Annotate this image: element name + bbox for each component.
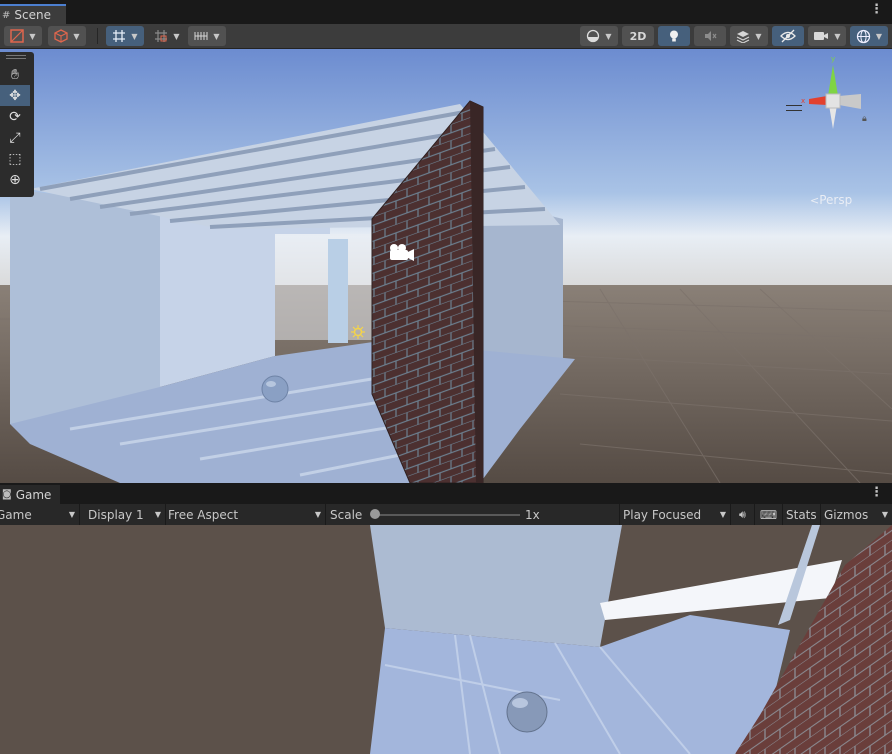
shading-mode-dropdown[interactable]: ▼ (580, 26, 618, 46)
cube-icon (54, 29, 69, 43)
scene-render: x y (0, 49, 892, 483)
chevron-down-icon: ▼ (881, 510, 888, 519)
draw-mode-dropdown[interactable]: ▼ (4, 26, 42, 46)
mute-audio-button[interactable]: 🔊︎ (731, 504, 755, 525)
game-mode-dropdown[interactable]: Game ▼ (0, 504, 80, 525)
scale-label: Scale (330, 507, 363, 522)
chevron-down-icon: ▼ (68, 510, 75, 519)
lock-icon[interactable]: 🔒︎ (862, 114, 867, 124)
rotate-tool-icon[interactable]: ⟳ (0, 106, 30, 127)
projection-label: Persp (819, 193, 853, 207)
keyboard-icon: ⌨︎ (759, 507, 778, 522)
camera-icon (814, 32, 829, 40)
game-render (0, 525, 892, 754)
speaker-icon: 🔊︎ (739, 507, 746, 521)
keyboard-shortcuts-button[interactable]: ⌨︎ (755, 504, 783, 525)
effects-layers-icon (737, 31, 750, 43)
game-toolbar: Game ▼ Display 1 ▼ Free Aspect ▼ Scale 1x P… (0, 504, 892, 525)
play-mode-dropdown[interactable]: Play Focused ▼ (621, 504, 731, 525)
toggle-2d-label: 2D (629, 29, 647, 43)
tool-palette: ✋︎ ✥ ⟳ ⤢ ⬚ ⊕ (0, 52, 34, 197)
hand-tool-icon[interactable]: ✋︎ (0, 64, 30, 85)
gizmo-x-label: x (801, 97, 805, 105)
game-more-menu-icon[interactable]: ⋮ (870, 485, 883, 500)
play-mode-label: Play Focused (623, 507, 702, 522)
tab-game-label: Game (15, 487, 52, 502)
display-dropdown[interactable]: Display 1 ▼ (86, 504, 166, 525)
audio-muted-icon (705, 31, 717, 41)
scale-slider-handle[interactable] (370, 509, 380, 519)
game-viewport[interactable] (0, 525, 892, 754)
camera-settings-dropdown[interactable]: ▼ (808, 26, 846, 46)
gizmo-menu-icon[interactable] (786, 105, 802, 111)
transform-tool-icon[interactable]: ⊕ (0, 169, 30, 190)
palette-grip-icon[interactable] (6, 55, 26, 59)
gizmos-dropdown[interactable]: ▼ (850, 26, 888, 46)
scene-more-menu-icon[interactable]: ⋮ (870, 2, 883, 17)
scale-value: 1x (525, 507, 540, 522)
visibility-toggle-button[interactable] (772, 26, 804, 46)
effects-dropdown[interactable]: ▼ (730, 26, 768, 46)
game-tab-strip: ◙ Game ⋮ (0, 485, 892, 504)
grid-snap-icon (113, 30, 126, 42)
ruler-icon (194, 32, 208, 40)
aspect-dropdown[interactable]: Free Aspect ▼ (166, 504, 326, 525)
chevron-down-icon: ▼ (314, 510, 321, 519)
game-wall (370, 525, 622, 647)
grid-snap-dropdown[interactable]: ▼ (106, 26, 144, 46)
move-tool-icon[interactable]: ✥ (0, 85, 30, 106)
projection-toggle[interactable]: <Persp (810, 193, 852, 207)
display-label: Display 1 (88, 507, 144, 522)
hidden-eye-icon (780, 29, 796, 43)
scene-viewport[interactable]: x y 🔒︎ <Persp (0, 49, 892, 483)
chevron-down-icon: ▼ (719, 510, 726, 519)
toolbar-separator (97, 28, 98, 44)
tab-scene-label: Scene (14, 8, 51, 22)
render-mode-dropdown[interactable]: ▼ (48, 26, 86, 46)
scene-tab-strip: # Scene ⋮ (0, 0, 892, 24)
stats-label: Stats (786, 507, 817, 522)
gizmo-y-label: y (831, 55, 835, 63)
aspect-label: Free Aspect (168, 507, 239, 522)
rect-tool-icon[interactable]: ⬚ (0, 148, 30, 169)
lighting-toggle-button[interactable] (658, 26, 690, 46)
column (328, 239, 348, 343)
scale-slider-track[interactable] (376, 514, 520, 516)
game-sphere (506, 691, 548, 733)
chevron-down-icon: ▼ (154, 510, 161, 519)
increment-snap-icon (155, 30, 168, 42)
stats-button[interactable]: Stats (783, 504, 821, 525)
globe-gizmo-icon (856, 29, 871, 43)
tab-game[interactable]: ◙ Game (0, 485, 60, 504)
sphere-object[interactable] (261, 375, 289, 403)
increment-snap-dropdown[interactable]: ▼ (148, 26, 186, 46)
toggle-2d-button[interactable]: 2D (622, 26, 654, 46)
scene-toolbar: ▼ ▼ ▼ ▼ ▼ ▼ 2D ▼ ▼ ▼ (0, 24, 892, 49)
gizmos-label: Gizmos (824, 507, 869, 522)
game-mode-label: Game (0, 507, 32, 522)
gamepad-icon: ◙ (2, 489, 12, 500)
gizmos-game-dropdown[interactable]: Gizmos ▼ (821, 504, 892, 525)
audio-toggle-button[interactable] (694, 26, 726, 46)
draw-mode-icon (10, 29, 25, 43)
lightbulb-icon (670, 30, 678, 42)
scale-tool-icon[interactable]: ⤢ (0, 127, 30, 148)
shading-sphere-icon (587, 29, 600, 43)
hash-icon: # (2, 9, 11, 21)
ruler-dropdown[interactable]: ▼ (188, 26, 226, 46)
tab-scene[interactable]: # Scene (0, 4, 66, 24)
